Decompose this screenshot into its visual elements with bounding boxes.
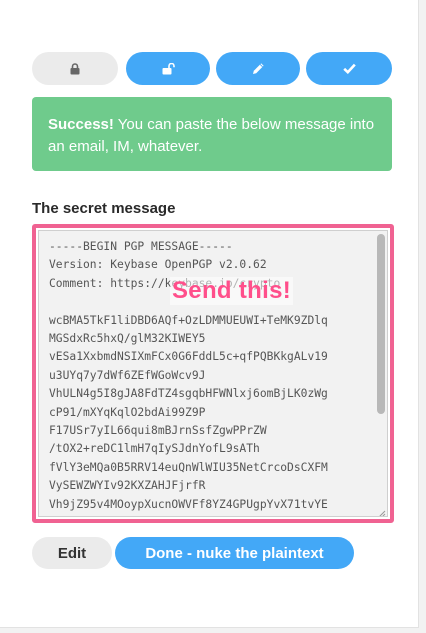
unlock-icon [162, 62, 175, 75]
highlight-frame: -----BEGIN PGP MESSAGE----- Version: Key… [32, 224, 394, 523]
resize-grip-icon[interactable] [376, 505, 386, 516]
decrypt-mode-button[interactable] [126, 52, 210, 85]
mode-toolbar [32, 52, 392, 85]
scrollbar-thumb[interactable] [377, 234, 385, 414]
secret-message-label: The secret message [32, 200, 176, 217]
send-this-callout: Send this! [170, 277, 294, 305]
secret-message-textarea[interactable]: -----BEGIN PGP MESSAGE----- Version: Key… [38, 230, 388, 517]
edit-button[interactable]: Edit [32, 537, 112, 569]
verify-mode-button[interactable] [306, 52, 392, 85]
success-title: Success! [48, 116, 114, 133]
encrypt-mode-button[interactable] [32, 52, 118, 85]
success-alert: Success! You can paste the below message… [32, 97, 392, 171]
done-nuke-plaintext-button[interactable]: Done - nuke the plaintext [115, 537, 354, 569]
sign-mode-button[interactable] [216, 52, 300, 85]
lock-icon [70, 62, 80, 75]
pencil-icon [252, 62, 265, 75]
checkmark-icon [342, 63, 356, 74]
encrypt-panel: Success! You can paste the below message… [0, 0, 419, 628]
